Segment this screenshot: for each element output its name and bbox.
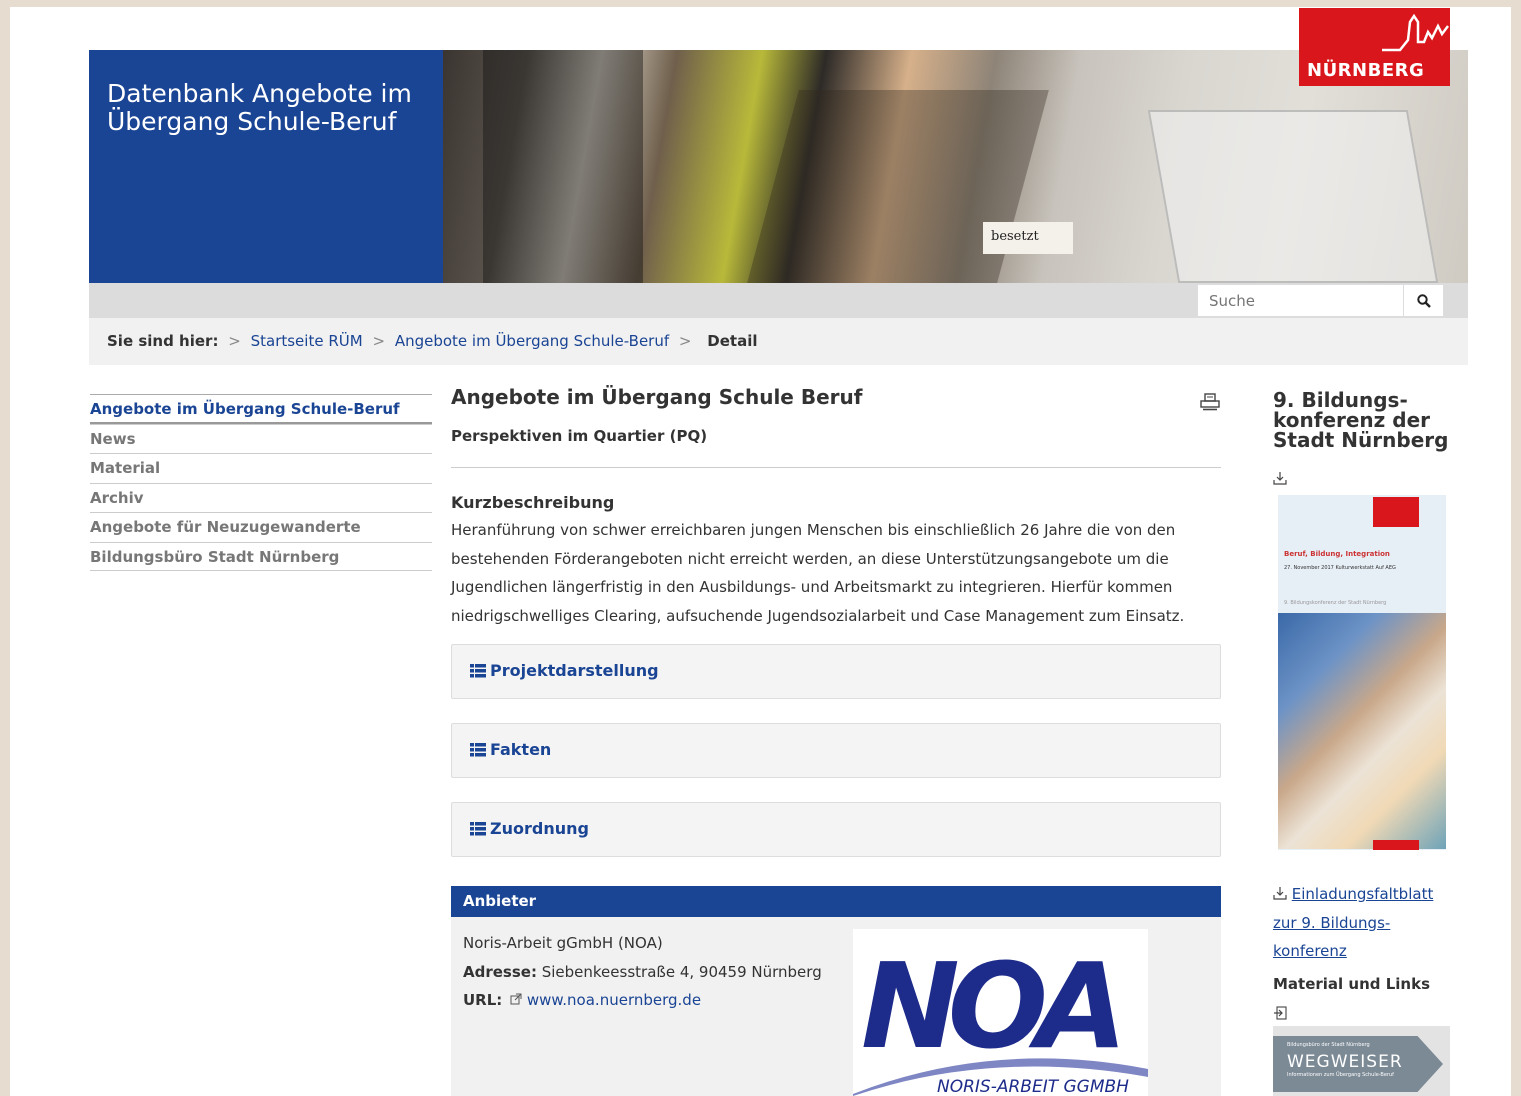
search-bar — [89, 283, 1468, 318]
photo-sign: besetzt — [983, 222, 1073, 254]
download-icon — [1273, 472, 1287, 485]
accordion-projektdarstellung[interactable]: Projektdarstellung — [451, 644, 1221, 699]
accordion-label: Zuordnung — [490, 819, 589, 838]
nav-item-archiv[interactable]: Archiv — [90, 482, 432, 513]
nav-item-material[interactable]: Material — [90, 453, 432, 483]
right-sidebar: 9. Bildungs- konferenz der Stadt Nürnber… — [1273, 388, 1463, 1096]
page: Datenbank Angebote im Übergang Schule-Be… — [10, 7, 1511, 1096]
anbieter-panel: Anbieter Noris-Arbeit gGmbH (NOA) Adress… — [451, 886, 1221, 1096]
einladung-link[interactable]: Einladungsfaltblatt zur 9. Bildungs-konf… — [1273, 885, 1433, 960]
kurzbeschreibung-text: Heranführung von schwer erreichbaren jun… — [451, 521, 1185, 625]
page-subtitle: Perspektiven im Quartier (PQ) — [451, 427, 1221, 468]
anbieter-details: Noris-Arbeit gGmbH (NOA) Adresse: Sieben… — [451, 917, 851, 1027]
accordion-zuordnung[interactable]: Zuordnung — [451, 802, 1221, 857]
page-title: Angebote im Übergang Schule Beruf — [451, 385, 863, 409]
header-banner: Datenbank Angebote im Übergang Schule-Be… — [89, 8, 1468, 283]
wegweiser-top-text: Bildungsbüro der Stadt Nürnberg — [1287, 1042, 1370, 1048]
link-arrow-icon — [1274, 1006, 1287, 1020]
breadcrumb-separator: > — [228, 332, 241, 350]
flyer-subtitle: 9. Bildungskonferenz der Stadt Nürnberg — [1284, 600, 1387, 606]
noa-logo[interactable]: NOA NORIS-ARBEIT GGMBH — [853, 929, 1148, 1096]
anbieter-adresse: Adresse: Siebenkeesstraße 4, 90459 Nürnb… — [463, 958, 839, 987]
site-title[interactable]: Datenbank Angebote im Übergang Schule-Be… — [89, 50, 443, 283]
castle-skyline-icon — [1382, 13, 1449, 52]
accordion-label: Fakten — [490, 740, 552, 759]
anbieter-url: URL: www.noa.nuernberg.de — [463, 986, 839, 1015]
anbieter-name: Noris-Arbeit gGmbH (NOA) — [463, 934, 663, 952]
wegweiser-banner[interactable]: Bildungsbüro der Stadt Nürnberg WEGWEISE… — [1273, 1026, 1450, 1096]
flyer-thumbnail[interactable]: Beruf, Bildung, Integration 27. November… — [1278, 495, 1446, 850]
breadcrumb-link-angebote[interactable]: Angebote im Übergang Schule-Beruf — [395, 332, 669, 350]
nav-item-news[interactable]: News — [90, 423, 432, 454]
anbieter-heading: Anbieter — [451, 886, 1221, 917]
breadcrumb-current: Detail — [707, 332, 758, 350]
accordion-label: Projektdarstellung — [490, 661, 659, 680]
site-title-line2: Übergang Schule-Beruf — [107, 107, 397, 136]
url-label: URL: — [463, 991, 503, 1009]
nav-item-neuzugewanderte[interactable]: Angebote für Neuzugewanderte — [90, 512, 432, 542]
internal-link-icon-wrapper[interactable] — [1273, 1005, 1287, 1024]
noa-logo-text: NOA — [861, 937, 1118, 1075]
list-icon — [470, 664, 486, 678]
flyer-photo — [1278, 613, 1446, 849]
breadcrumb-label: Sie sind hier: — [107, 332, 219, 350]
download-icon — [1273, 887, 1287, 900]
breadcrumb-separator: > — [678, 332, 692, 350]
wegweiser-subtitle: Informationen zum Übergang Schule-Beruf — [1287, 1072, 1394, 1078]
noa-logo-subtext: NORIS-ARBEIT GGMBH — [937, 1077, 1129, 1096]
nuernberg-logo[interactable]: NÜRNBERG — [1299, 8, 1450, 86]
kurzbeschreibung-heading: Kurzbeschreibung — [451, 493, 615, 512]
left-navigation: Angebote im Übergang Schule-Beruf News M… — [90, 394, 432, 571]
anbieter-url-link[interactable]: www.noa.nuernberg.de — [527, 991, 701, 1009]
external-link-icon — [510, 993, 522, 1005]
flyer-title: Beruf, Bildung, Integration — [1284, 550, 1390, 558]
einladung-link-block: Einladungsfaltblatt zur 9. Bildungs-konf… — [1273, 880, 1453, 966]
nav-item-angebote[interactable]: Angebote im Übergang Schule-Beruf — [90, 394, 432, 424]
print-icon — [1200, 393, 1220, 411]
breadcrumb: Sie sind hier: > Startseite RÜM > Angebo… — [89, 318, 1468, 365]
search-icon — [1416, 293, 1431, 308]
adresse-value: Siebenkeesstraße 4, 90459 Nürnberg — [541, 962, 822, 981]
adresse-label: Adresse: — [463, 962, 537, 981]
flyer-date: 27. November 2017 Kulturwerkstatt Auf AE… — [1284, 565, 1396, 571]
main-content: Angebote im Übergang Schule Beruf Perspe… — [451, 385, 1221, 857]
list-icon — [470, 822, 486, 836]
list-icon — [470, 743, 486, 757]
accordion-fakten[interactable]: Fakten — [451, 723, 1221, 778]
bildungskonferenz-heading: 9. Bildungs- konferenz der Stadt Nürnber… — [1273, 388, 1449, 452]
wegweiser-title: WEGWEISER — [1287, 1052, 1403, 1072]
logo-text: NÜRNBERG — [1307, 60, 1425, 81]
print-button[interactable] — [1200, 393, 1220, 415]
breadcrumb-separator: > — [372, 332, 386, 350]
download-button[interactable] — [1273, 470, 1463, 490]
material-links-heading: Material und Links — [1273, 975, 1431, 993]
nav-item-bildungsbuero[interactable]: Bildungsbüro Stadt Nürnberg — [90, 541, 432, 571]
search-button[interactable] — [1404, 284, 1444, 317]
site-title-line1: Datenbank Angebote im — [107, 79, 412, 108]
search-input[interactable] — [1197, 284, 1404, 317]
breadcrumb-link-home[interactable]: Startseite RÜM — [251, 332, 363, 350]
